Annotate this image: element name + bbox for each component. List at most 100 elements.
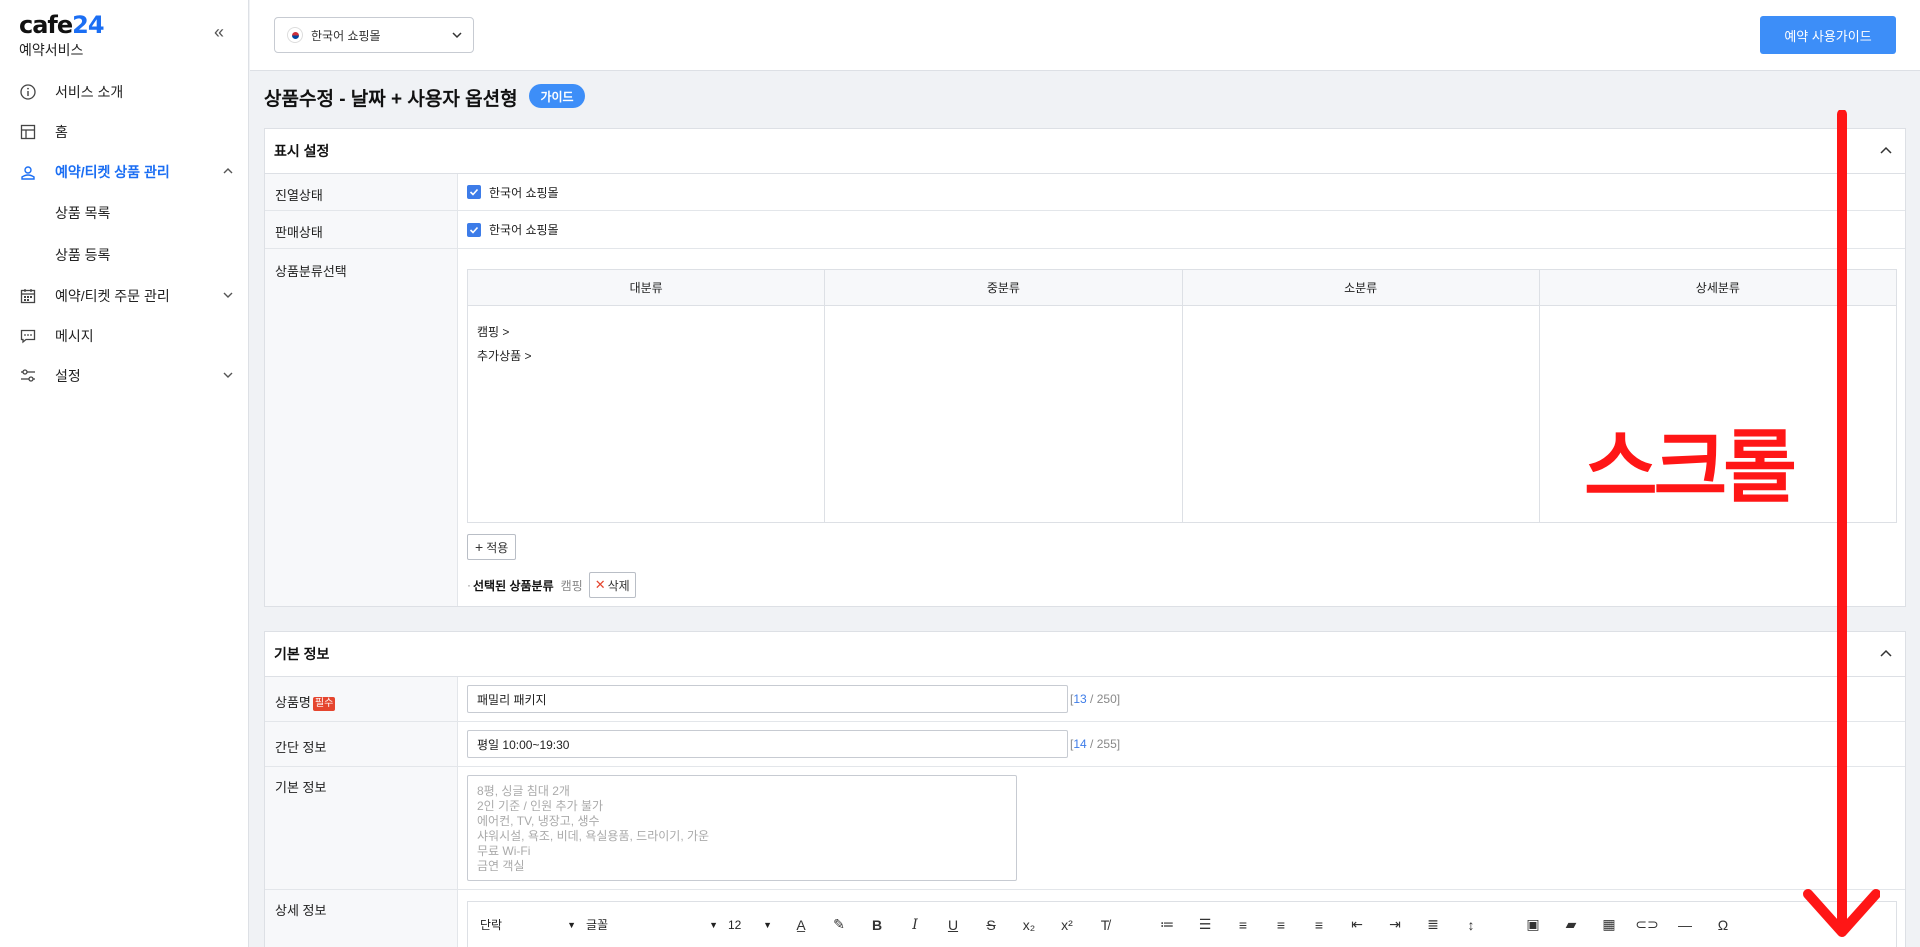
apply-button[interactable]: + 적용	[467, 534, 517, 560]
strikethrough-icon[interactable]: S	[972, 910, 1010, 940]
mall-select[interactable]: 한국어 쇼핑몰	[274, 17, 474, 53]
bold-icon[interactable]: B	[858, 910, 896, 940]
align-center-icon[interactable]: ≡	[1262, 910, 1300, 940]
message-icon	[19, 327, 37, 345]
logo[interactable]: cafe24 예약서비스	[19, 11, 105, 60]
image-icon[interactable]: ▣	[1514, 910, 1552, 940]
delete-category-button[interactable]: ✕ 삭제	[588, 572, 636, 598]
caret-down-icon: ▼	[763, 919, 772, 930]
unordered-list-icon[interactable]: ☰	[1186, 910, 1224, 940]
delete-label: 삭제	[607, 578, 630, 593]
logo-subtitle: 예약서비스	[19, 42, 84, 58]
sidebar-subitem-product-list[interactable]: 상품 목록	[0, 192, 249, 234]
row-label: 상세 정보	[265, 890, 458, 947]
align-right-icon[interactable]: ≡	[1300, 910, 1338, 940]
sidebar-item-order-management[interactable]: 예약/티켓 주문 관리	[0, 276, 249, 316]
category-item[interactable]: 캠핑 >	[477, 320, 815, 344]
sidebar: cafe24 예약서비스 « 서비스 소개 홈 예약/티켓 상품 관리 상품 목…	[0, 0, 249, 947]
page-title: 상품수정 - 날짜 + 사용자 옵션형	[264, 89, 518, 110]
korea-flag-icon	[287, 27, 303, 43]
calendar-icon	[19, 287, 37, 305]
sidebar-item-service-intro[interactable]: 서비스 소개	[0, 72, 249, 112]
justify-icon[interactable]: ≣	[1414, 910, 1452, 940]
caret-down-icon: ▼	[709, 919, 718, 930]
logo-wordmark: cafe24	[19, 11, 105, 39]
sidebar-item-home[interactable]: 홈	[0, 112, 249, 152]
detail-description-row: 상세 정보 단락 ▼ 글꼴 ▼ 12 ▼ A̲ ✎ B I U S x₂ x² T̸ …	[265, 890, 1905, 947]
reservation-guide-button[interactable]: 예약 사용가이드	[1760, 16, 1896, 54]
bullet: ·	[467, 578, 471, 592]
scroll-down-arrow-icon	[1803, 110, 1880, 937]
folder-icon[interactable]: ▰	[1552, 910, 1590, 940]
placeholder-line: 무료 Wi-Fi	[477, 844, 531, 858]
scroll-annotation-text: 스크롤	[1584, 421, 1797, 514]
sale-status-row: 판매상태 한국어 쇼핑몰	[265, 211, 1905, 249]
font-color-icon[interactable]: A̲	[782, 910, 820, 940]
panel-heading: 표시 설정	[265, 129, 1905, 174]
special-char-icon[interactable]: Ω	[1704, 910, 1742, 940]
sidebar-item-label: 홈	[55, 124, 68, 140]
superscript-icon[interactable]: x²	[1048, 910, 1086, 940]
caret-down-icon: ▼	[567, 919, 576, 930]
product-name-counter: [13 / 250]	[1070, 692, 1121, 706]
display-status-checkbox[interactable]	[467, 185, 481, 199]
apply-wrap: + 적용	[467, 534, 517, 560]
font-select[interactable]: 글꼴 ▼	[586, 916, 718, 933]
ordered-list-icon[interactable]: ≔	[1148, 910, 1186, 940]
link-icon[interactable]: ⊂⊃	[1628, 910, 1666, 940]
row-label: 기본 정보	[265, 767, 458, 889]
chevron-up-icon[interactable]	[1879, 144, 1893, 158]
placeholder-line: 에어컨, TV, 냉장고, 생수	[477, 814, 600, 828]
display-status-row: 진열상태 한국어 쇼핑몰	[265, 174, 1905, 211]
guide-badge-button[interactable]: 가이드	[529, 84, 585, 108]
summary-input[interactable]: 평일 10:00~19:30	[467, 730, 1068, 758]
sidebar-subitem-product-register[interactable]: 상품 등록	[0, 234, 249, 276]
row-body: 한국어 쇼핑몰	[458, 211, 1905, 248]
chevron-down-icon	[452, 32, 462, 39]
chevron-up-icon[interactable]	[1879, 647, 1893, 661]
summary-counter: [14 / 255]	[1070, 737, 1121, 751]
column-header: 대분류	[468, 270, 826, 305]
subscript-icon[interactable]: x₂	[1010, 910, 1048, 940]
row-label: 상품분류선택	[265, 249, 458, 606]
chevron-down-icon	[223, 372, 233, 378]
product-name-row: 상품명 필수 패밀리 패키지 [13 / 250]	[265, 677, 1905, 722]
category-table-header: 대분류 중분류 소분류 상세분류	[468, 270, 1896, 306]
category-item[interactable]: 추가상품 >	[477, 344, 815, 368]
basic-description-textarea[interactable]: 8평, 싱글 침대 2개 2인 기준 / 인원 추가 불가 에어컨, TV, 냉…	[467, 775, 1017, 881]
table-icon[interactable]: ▦	[1590, 910, 1628, 940]
display-settings-panel: 표시 설정 진열상태 한국어 쇼핑몰 판매상태 한국어 쇼핑몰 상품분류선택 대…	[264, 128, 1906, 607]
underline-icon[interactable]: U	[934, 910, 972, 940]
row-body: 8평, 싱글 침대 2개 2인 기준 / 인원 추가 불가 에어컨, TV, 냉…	[458, 767, 1905, 889]
sidebar-item-product-management[interactable]: 예약/티켓 상품 관리	[0, 152, 249, 192]
highlight-icon[interactable]: ✎	[820, 910, 858, 940]
topbar: 한국어 쇼핑몰 예약 사용가이드	[250, 0, 1920, 71]
selected-category-line: · 선택된 상품분류 캠핑 ✕ 삭제	[467, 572, 636, 598]
paragraph-select[interactable]: 단락 ▼	[480, 916, 576, 933]
sale-status-checkbox[interactable]	[467, 222, 481, 237]
checkbox-label: 한국어 쇼핑몰	[489, 185, 559, 200]
row-label: 판매상태	[265, 211, 458, 248]
sidebar-item-settings[interactable]: 설정	[0, 356, 249, 396]
product-name-input[interactable]: 패밀리 패키지	[467, 685, 1068, 713]
placeholder-line: 8평, 싱글 침대 2개	[477, 784, 570, 798]
category-column-middle	[825, 306, 1183, 522]
horizontal-rule-icon[interactable]: —	[1666, 910, 1704, 940]
selected-category-label: 선택된 상품분류	[473, 578, 554, 593]
selected-category-value: 캠핑	[560, 578, 583, 593]
italic-icon[interactable]: I	[896, 910, 934, 940]
align-left-icon[interactable]: ≡	[1224, 910, 1262, 940]
font-size-select[interactable]: 12 ▼	[728, 918, 772, 932]
clear-format-icon[interactable]: T̸	[1086, 910, 1124, 940]
category-column-minor	[1183, 306, 1540, 522]
row-body: 패밀리 패키지 [13 / 250]	[458, 677, 1905, 721]
collapse-sidebar-icon[interactable]: «	[214, 22, 224, 43]
row-body: 한국어 쇼핑몰	[458, 174, 1905, 210]
outdent-icon[interactable]: ⇤	[1338, 910, 1376, 940]
layout-icon	[19, 123, 37, 141]
sidebar-item-label: 메시지	[55, 328, 94, 344]
indent-icon[interactable]: ⇥	[1376, 910, 1414, 940]
sidebar-item-message[interactable]: 메시지	[0, 316, 249, 356]
chevron-down-icon	[223, 292, 233, 298]
line-height-icon[interactable]: ↕	[1452, 910, 1490, 940]
